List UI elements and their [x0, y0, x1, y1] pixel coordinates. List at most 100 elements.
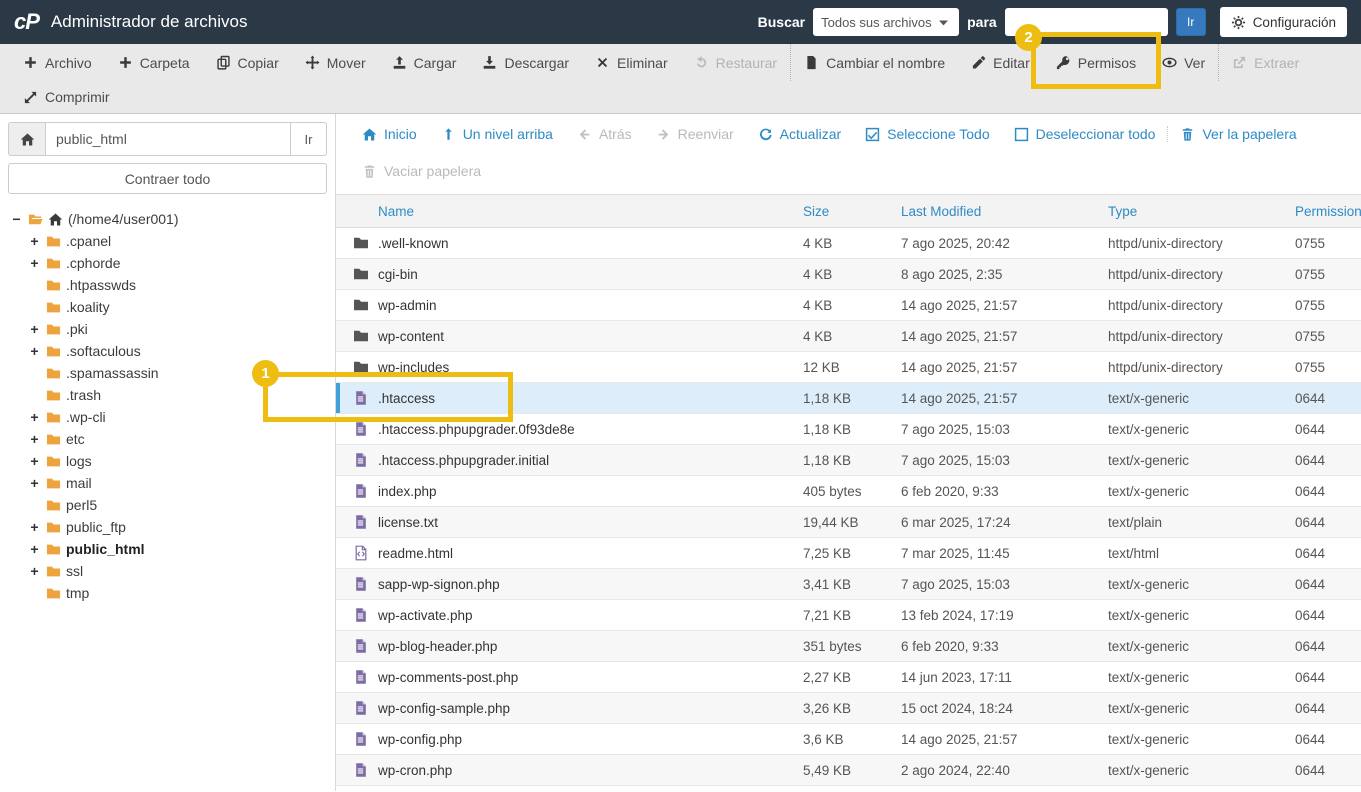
file-row-well-known[interactable]: .well-known 4 KB 7 ago 2025, 20:42 httpd/un… — [336, 228, 1361, 259]
toolbar-item-eliminar[interactable]: Eliminar — [582, 44, 681, 81]
home-path-button[interactable] — [8, 122, 46, 156]
toolbar-item-ver[interactable]: Ver — [1149, 44, 1218, 81]
tree-item-public-html[interactable]: + public_html — [8, 538, 327, 560]
column-header-name[interactable]: Name — [370, 204, 795, 219]
nav-item-ver-la-papelera[interactable]: Ver la papelera — [1167, 126, 1308, 142]
tree-item-htpasswds[interactable]: .htpasswds — [8, 274, 327, 296]
toolbar-item-permisos[interactable]: Permisos — [1043, 44, 1149, 81]
plus-expander-icon[interactable]: + — [28, 409, 41, 425]
tree-item-home4-user001[interactable]: − (/home4/user001) — [8, 208, 327, 230]
toolbar-item-comprimir[interactable]: Comprimir — [10, 81, 123, 113]
toolbar-item-cargar[interactable]: Cargar — [379, 44, 470, 81]
tree-item-public-ftp[interactable]: + public_ftp — [8, 516, 327, 538]
app-header: cP Administrador de archivos Buscar Todo… — [0, 0, 1361, 44]
cell-name: sapp-wp-signon.php — [378, 576, 500, 592]
tree-item-logs[interactable]: + logs — [8, 450, 327, 472]
plus-expander-icon[interactable]: + — [28, 541, 41, 557]
plus-expander-icon[interactable]: + — [28, 321, 41, 337]
search-scope-value: Todos sus archivos — [821, 14, 932, 30]
file-row-wp-config-php[interactable]: wp-config.php 3,6 KB 14 ago 2025, 21:57 tex… — [336, 724, 1361, 755]
plus-expander-icon[interactable]: + — [28, 475, 41, 491]
tree-item-trash[interactable]: .trash — [8, 384, 327, 406]
search-input[interactable] — [1004, 8, 1168, 36]
nav-item-label: Atrás — [598, 126, 632, 142]
cell-size: 405 bytes — [803, 483, 862, 499]
column-header-permissions[interactable]: Permissions — [1287, 204, 1361, 219]
settings-button[interactable]: Configuración — [1219, 7, 1347, 37]
file-row-sapp-wp-signon-php[interactable]: sapp-wp-signon.php 3,41 KB 7 ago 2025, 15:… — [336, 569, 1361, 600]
cell-name: .well-known — [378, 235, 449, 251]
nav-item-actualizar[interactable]: Actualizar — [746, 126, 853, 142]
tree-item-mail[interactable]: + mail — [8, 472, 327, 494]
arrowright-icon — [656, 127, 671, 142]
tree-item-wp-cli[interactable]: + .wp-cli — [8, 406, 327, 428]
file-row-wp-content[interactable]: wp-content 4 KB 14 ago 2025, 21:57 httpd/un… — [336, 321, 1361, 352]
arrowleft-icon — [577, 127, 592, 142]
toolbar-item-cambiar-el-nombre[interactable]: Cambiar el nombre — [790, 44, 958, 81]
trash-icon — [1180, 127, 1195, 142]
nav-item-deseleccionar-todo[interactable]: Deseleccionar todo — [1002, 126, 1168, 142]
plus-expander-icon[interactable]: + — [28, 233, 41, 249]
file-row-cgi-bin[interactable]: cgi-bin 4 KB 8 ago 2025, 2:35 httpd/unix-di… — [336, 259, 1361, 290]
file-row-wp-admin[interactable]: wp-admin 4 KB 14 ago 2025, 21:57 httpd/unix… — [336, 290, 1361, 321]
folder-icon — [345, 266, 369, 282]
file-row-wp-includes[interactable]: wp-includes 12 KB 14 ago 2025, 21:57 httpd/… — [336, 352, 1361, 383]
tree-item-cphorde[interactable]: + .cphorde — [8, 252, 327, 274]
search-go-button[interactable]: Ir — [1175, 8, 1206, 36]
tree-item-perl5[interactable]: perl5 — [8, 494, 327, 516]
file-row-wp-blog-header-php[interactable]: wp-blog-header.php 351 bytes 6 feb 2020, 9… — [336, 631, 1361, 662]
plus-expander-icon[interactable]: + — [28, 519, 41, 535]
tree-item-tmp[interactable]: tmp — [8, 582, 327, 604]
nav-item-un-nivel-arriba[interactable]: Un nivel arriba — [429, 126, 565, 142]
file-row-htaccess-phpupgrader-0f93de8e[interactable]: .htaccess.phpupgrader.0f93de8e 1,18 KB 7 a… — [336, 414, 1361, 445]
cell-modified: 14 ago 2025, 21:57 — [901, 328, 1018, 344]
toolbar-item-label: Carpeta — [139, 54, 190, 71]
path-go-button[interactable]: Ir — [291, 122, 327, 156]
file-row-wp-comments-post-php[interactable]: wp-comments-post.php 2,27 KB 14 jun 2023, … — [336, 662, 1361, 693]
toolbar-item-mover[interactable]: Mover — [292, 44, 379, 81]
toolbar-item-archivo[interactable]: Archivo — [10, 44, 105, 81]
nav-item-label: Seleccione Todo — [887, 126, 990, 142]
cell-name: wp-activate.php — [378, 607, 473, 623]
tree-item-softaculous[interactable]: + .softaculous — [8, 340, 327, 362]
cell-size: 4 KB — [803, 297, 833, 313]
search-scope-select[interactable]: Todos sus archivos — [813, 8, 960, 36]
collapse-all-button[interactable]: Contraer todo — [8, 163, 327, 194]
pencil-icon — [971, 55, 986, 70]
column-header-last-modified[interactable]: Last Modified — [893, 204, 1100, 219]
file-row-htaccess[interactable]: .htaccess 1,18 KB 14 ago 2025, 21:57 text/x… — [336, 383, 1361, 414]
file-icon — [336, 576, 370, 592]
toolbar-item-copiar[interactable]: Copiar — [203, 44, 292, 81]
plus-expander-icon[interactable]: + — [28, 563, 41, 579]
tree-item-cpanel[interactable]: + .cpanel — [8, 230, 327, 252]
tree-item-etc[interactable]: + etc — [8, 428, 327, 450]
cell-type: text/x-generic — [1108, 638, 1190, 654]
plus-expander-icon[interactable]: + — [28, 255, 41, 271]
file-row-wp-activate-php[interactable]: wp-activate.php 7,21 KB 13 feb 2024, 17:19… — [336, 600, 1361, 631]
tree-item-koality[interactable]: .koality — [8, 296, 327, 318]
plus-expander-icon[interactable]: + — [28, 453, 41, 469]
column-header-size[interactable]: Size — [795, 204, 893, 219]
nav-item-seleccione-todo[interactable]: Seleccione Todo — [853, 126, 1001, 142]
column-header-type[interactable]: Type — [1100, 204, 1287, 219]
file-row-wp-cron-php[interactable]: wp-cron.php 5,49 KB 2 ago 2024, 22:40 text/… — [336, 755, 1361, 786]
tree-item-ssl[interactable]: + ssl — [8, 560, 327, 582]
file-row-wp-config-sample-php[interactable]: wp-config-sample.php 3,26 KB 15 oct 2024, … — [336, 693, 1361, 724]
file-row-readme-html[interactable]: readme.html 7,25 KB 7 mar 2025, 11:45 text/… — [336, 538, 1361, 569]
plus-expander-icon[interactable]: + — [28, 431, 41, 447]
toolbar-item-carpeta[interactable]: Carpeta — [105, 44, 203, 81]
plus-expander-icon[interactable]: + — [28, 343, 41, 359]
path-input[interactable] — [46, 122, 291, 156]
toolbar-item-editar[interactable]: Editar — [958, 44, 1043, 81]
toolbar-item-descargar[interactable]: Descargar — [469, 44, 582, 81]
minus-expander-icon[interactable]: − — [10, 211, 23, 227]
file-row-index-php[interactable]: index.php 405 bytes 6 feb 2020, 9:33 text/x… — [336, 476, 1361, 507]
file-row-license-txt[interactable]: license.txt 19,44 KB 6 mar 2025, 17:24 text… — [336, 507, 1361, 538]
toolbar-item-label: Restaurar — [715, 54, 778, 71]
file-row-htaccess-phpupgrader-initial[interactable]: .htaccess.phpupgrader.initial 1,18 KB 7 ag… — [336, 445, 1361, 476]
nav-item-inicio[interactable]: Inicio — [350, 126, 429, 142]
tree-item-pki[interactable]: + .pki — [8, 318, 327, 340]
cell-perms: 0644 — [1295, 545, 1326, 561]
cell-type: text/x-generic — [1108, 483, 1190, 499]
tree-item-spamassassin[interactable]: .spamassassin — [8, 362, 327, 384]
